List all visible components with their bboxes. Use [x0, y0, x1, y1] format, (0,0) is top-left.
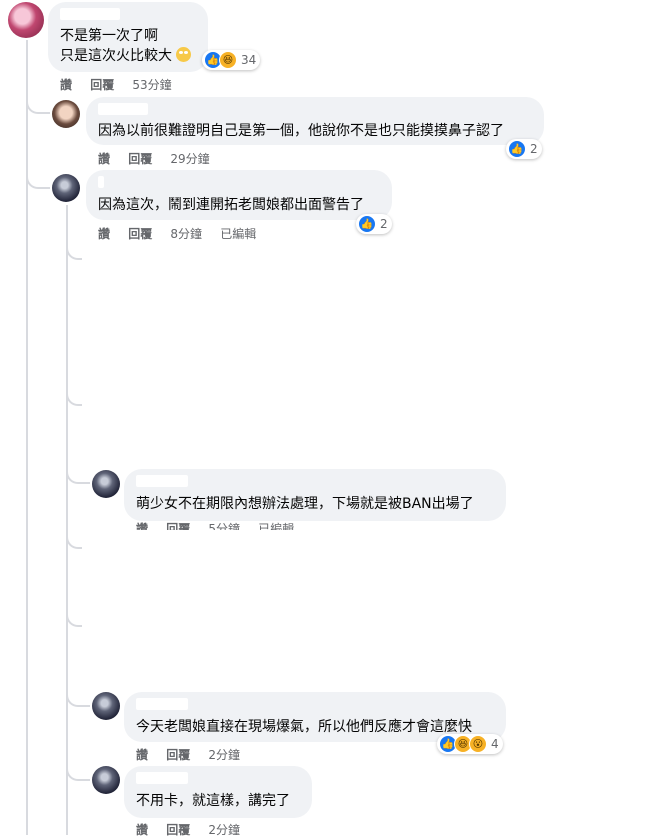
reaction-count: 2 [380, 217, 388, 231]
redacted-author-name [60, 8, 120, 20]
thread-connector [66, 525, 82, 549]
comment-actions: 讚 回覆 5分鐘 已編輯 [136, 520, 308, 530]
reply-button[interactable]: 回覆 [166, 746, 190, 763]
like-button[interactable]: 讚 [136, 821, 148, 838]
avatar[interactable] [92, 766, 120, 794]
comment-text-line-2: 只是這次火比較大 [60, 47, 192, 65]
thread-connector [66, 460, 90, 484]
redacted-author-name [136, 772, 188, 784]
timestamp[interactable]: 53分鐘 [132, 76, 171, 93]
thread-line-nested [66, 205, 68, 835]
comment-text: 因為以前很難證明自己是第一個，他說你不是也只能摸摸鼻子認了 [98, 123, 504, 139]
edited-label[interactable]: 已編輯 [220, 225, 256, 242]
reaction-count: 2 [530, 142, 538, 156]
avatar[interactable] [92, 692, 120, 720]
comment-bubble: 不是第一次了啊 只是這次火比較大 [48, 2, 208, 72]
timestamp[interactable]: 29分鐘 [170, 150, 209, 167]
face-with-rolling-eyes-icon [176, 47, 192, 62]
like-button[interactable]: 讚 [98, 225, 110, 242]
thread-connector [66, 683, 90, 707]
thread-connector [66, 603, 82, 627]
clipped-actions-region: 讚 回覆 5分鐘 已編輯 [136, 518, 336, 530]
comment-text-line-1: 不是第一次了啊 [60, 28, 158, 44]
wow-icon: 😮 [469, 735, 487, 753]
like-icon: 👍 [358, 215, 376, 233]
like-button[interactable]: 讚 [60, 76, 72, 93]
avatar[interactable] [8, 2, 44, 38]
reply-button[interactable]: 回覆 [128, 225, 152, 242]
timestamp[interactable]: 2分鐘 [208, 821, 240, 838]
comment-bubble: 因為以前很難證明自己是第一個，他說你不是也只能摸摸鼻子認了 [86, 97, 544, 145]
reaction-summary[interactable]: 👍 😆 😮 4 [437, 734, 503, 754]
comment-bubble: 因為這次，鬧到連開拓老闆娘都出面警告了 [86, 170, 392, 220]
redacted-author-name [98, 176, 104, 188]
avatar[interactable] [92, 470, 120, 498]
edited-label[interactable]: 已編輯 [258, 520, 294, 530]
comment-text: 今天老闆娘直接在現場爆氣，所以他們反應才會這麼快 [136, 719, 472, 735]
reply-button[interactable]: 回覆 [90, 76, 114, 93]
comment-actions: 讚 回覆 29分鐘 [98, 150, 224, 167]
timestamp[interactable]: 8分鐘 [170, 225, 202, 242]
comment-actions: 讚 回覆 2分鐘 [136, 821, 254, 838]
redacted-author-name [136, 475, 188, 487]
like-button[interactable]: 讚 [136, 746, 148, 763]
thread-connector [26, 90, 50, 114]
like-button[interactable]: 讚 [136, 520, 148, 530]
reaction-summary[interactable]: 👍 2 [356, 214, 392, 234]
timestamp[interactable]: 5分鐘 [208, 520, 240, 530]
reaction-count: 34 [241, 53, 257, 67]
thread-line-main [26, 40, 28, 835]
redacted-author-name [98, 103, 148, 115]
thread-connector [66, 757, 90, 781]
reply-button[interactable]: 回覆 [128, 150, 152, 167]
like-icon: 👍 [508, 140, 526, 158]
avatar[interactable] [52, 174, 80, 202]
reply-button[interactable]: 回覆 [166, 821, 190, 838]
comment-text: 不用卡，就這樣，講完了 [136, 793, 290, 809]
thread-connector [66, 382, 82, 406]
reply-button[interactable]: 回覆 [166, 520, 190, 530]
like-button[interactable]: 讚 [98, 150, 110, 167]
comment-bubble: 萌少女不在期限內想辦法處理，下場就是被BAN出場了 [124, 469, 506, 521]
reaction-summary[interactable]: 👍 😆 34 [202, 50, 261, 70]
avatar[interactable] [52, 100, 80, 128]
comment-bubble: 不用卡，就這樣，講完了 [124, 766, 312, 818]
comment-actions: 讚 回覆 53分鐘 [60, 76, 186, 93]
reaction-summary[interactable]: 👍 2 [506, 139, 542, 159]
reaction-count: 4 [491, 737, 499, 751]
thread-connector [26, 165, 50, 189]
comment-text: 因為這次，鬧到連開拓老闆娘都出面警告了 [98, 197, 364, 213]
comment-actions: 讚 回覆 2分鐘 [136, 746, 254, 763]
comment-actions: 讚 回覆 8分鐘 已編輯 [98, 225, 270, 242]
redacted-author-name [136, 698, 188, 710]
comment-text: 萌少女不在期限內想辦法處理，下場就是被BAN出場了 [136, 496, 474, 512]
thread-connector [66, 236, 82, 260]
haha-icon: 😆 [219, 51, 237, 69]
timestamp[interactable]: 2分鐘 [208, 746, 240, 763]
